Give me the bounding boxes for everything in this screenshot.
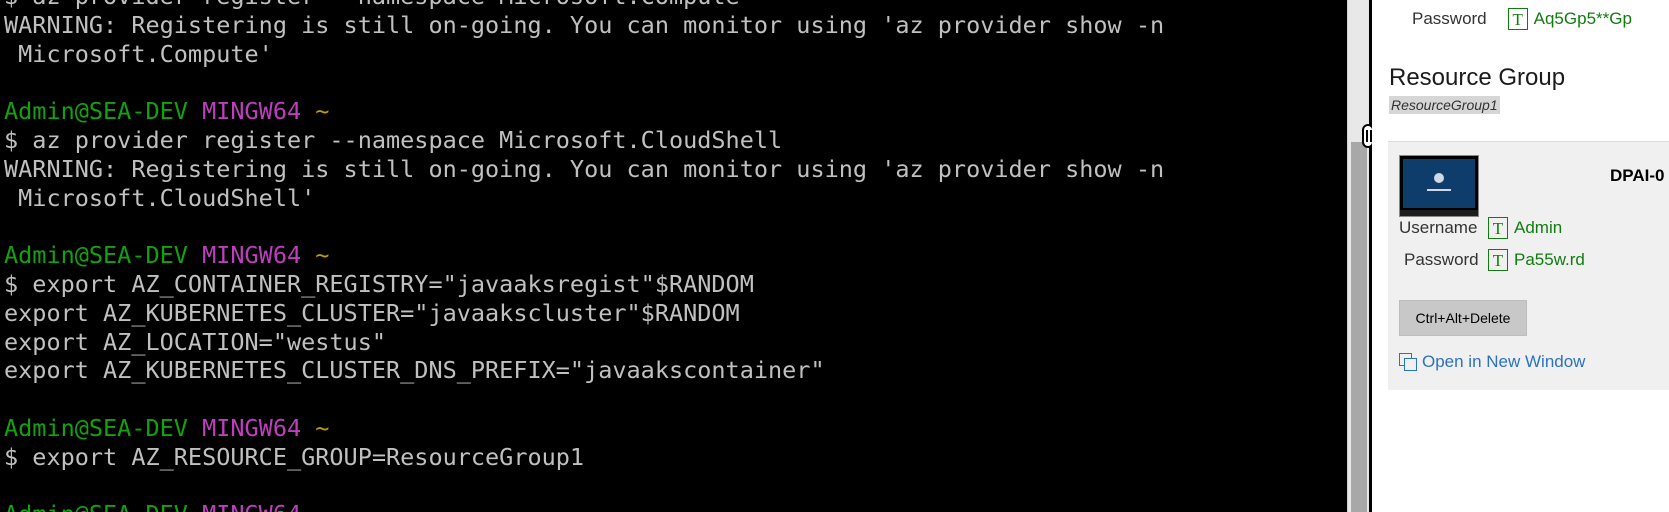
vm-username-value[interactable]: Admin	[1514, 218, 1562, 238]
prompt-user: Admin@SEA-DEV	[4, 97, 188, 126]
vm-name: DPAI-0	[1610, 166, 1665, 185]
top-password-value[interactable]: Aq5Gp5**Gp	[1534, 9, 1632, 29]
terminal-prompt-line: Admin@SEA-DEV MINGW64 ~	[4, 414, 1164, 443]
prompt-user: Admin@SEA-DEV	[4, 500, 188, 512]
user-avatar-icon	[1434, 173, 1444, 183]
open-in-new-window-link[interactable]: Open in New Window	[1399, 352, 1585, 372]
terminal-output-line: WARNING: Registering is still on-going. …	[4, 10, 1165, 39]
terminal-output-line: export AZ_LOCATION="westus"	[4, 327, 387, 356]
vm-username-row: Username T Admin	[1399, 217, 1562, 239]
terminal-prompt-line: Admin@SEA-DEV MINGW64 ~	[4, 97, 1164, 126]
resource-group-value: ResourceGroup1	[1389, 96, 1500, 114]
vm-thumbnail-screen	[1403, 159, 1475, 208]
text-type-icon[interactable]: T	[1488, 217, 1508, 239]
prompt-host: MINGW64	[202, 241, 302, 270]
text-type-icon[interactable]: T	[1507, 8, 1528, 30]
terminal-output-line: Microsoft.CloudShell'	[4, 183, 316, 212]
terminal-output-line: $ export AZ_RESOURCE_GROUP=ResourceGroup…	[4, 442, 585, 471]
lab-side-panel: Password T Aq5Gp5**Gp Resource Group Res…	[1372, 0, 1669, 512]
terminal-prompt-line: Admin@SEA-DEV MINGW64 ~	[4, 241, 1164, 270]
prompt-host: MINGW64	[202, 413, 302, 442]
prompt-user: Admin@SEA-DEV	[4, 413, 188, 442]
terminal-output-line: $ export AZ_CONTAINER_REGISTRY="javaaksr…	[4, 269, 754, 298]
prompt-user: Admin@SEA-DEV	[4, 241, 188, 270]
prompt-host: MINGW64	[202, 97, 302, 126]
terminal-output-line: export AZ_KUBERNETES_CLUSTER_DNS_PREFIX=…	[4, 356, 825, 385]
terminal-output-line: WARNING: Registering is still on-going. …	[4, 154, 1165, 183]
vm-card: DPAI-0 Username T Admin Password T Pa55w…	[1388, 141, 1669, 390]
taskbar-strip	[1400, 210, 1478, 216]
top-password-label: Password	[1412, 9, 1487, 28]
terminal-prompt-line: Admin@SEA-DEV MINGW64	[4, 500, 1164, 512]
vm-password-value[interactable]: Pa55w.rd	[1514, 250, 1585, 270]
open-in-new-window-label: Open in New Window	[1422, 352, 1586, 371]
terminal-output-line: $ az provider register --namespace Micro…	[4, 125, 783, 154]
terminal-window[interactable]: $ az provider register --namespace Micro…	[0, 0, 1347, 512]
ctrl-alt-delete-button[interactable]: Ctrl+Alt+Delete	[1399, 300, 1527, 336]
scrollbar-thumb[interactable]	[1351, 142, 1367, 512]
terminal-output-line: $ az provider register --namespace Micro…	[4, 0, 1164, 11]
vm-password-label: Password	[1404, 250, 1479, 269]
terminal-output: $ az provider register --namespace Micro…	[4, 0, 1164, 512]
prompt-host: MINGW64	[202, 500, 301, 512]
terminal-output-line: Microsoft.Compute'	[4, 39, 273, 68]
resource-group-title: Resource Group	[1389, 64, 1566, 91]
text-type-icon[interactable]: T	[1488, 249, 1508, 271]
vm-thumbnail[interactable]	[1399, 155, 1479, 217]
terminal-scrollbar[interactable]	[1347, 0, 1370, 512]
prompt-path: ~	[315, 97, 330, 126]
prompt-path: ~	[315, 413, 330, 442]
vm-password-row: Password T Pa55w.rd	[1399, 249, 1585, 271]
open-window-icon	[1399, 353, 1417, 371]
top-password-row: Password T Aq5Gp5**Gp	[1412, 8, 1632, 30]
login-field-icon	[1427, 189, 1451, 191]
prompt-path: ~	[315, 241, 330, 270]
vm-username-label: Username	[1399, 218, 1478, 237]
terminal-output-line: export AZ_KUBERNETES_CLUSTER="javaaksclu…	[4, 298, 740, 327]
